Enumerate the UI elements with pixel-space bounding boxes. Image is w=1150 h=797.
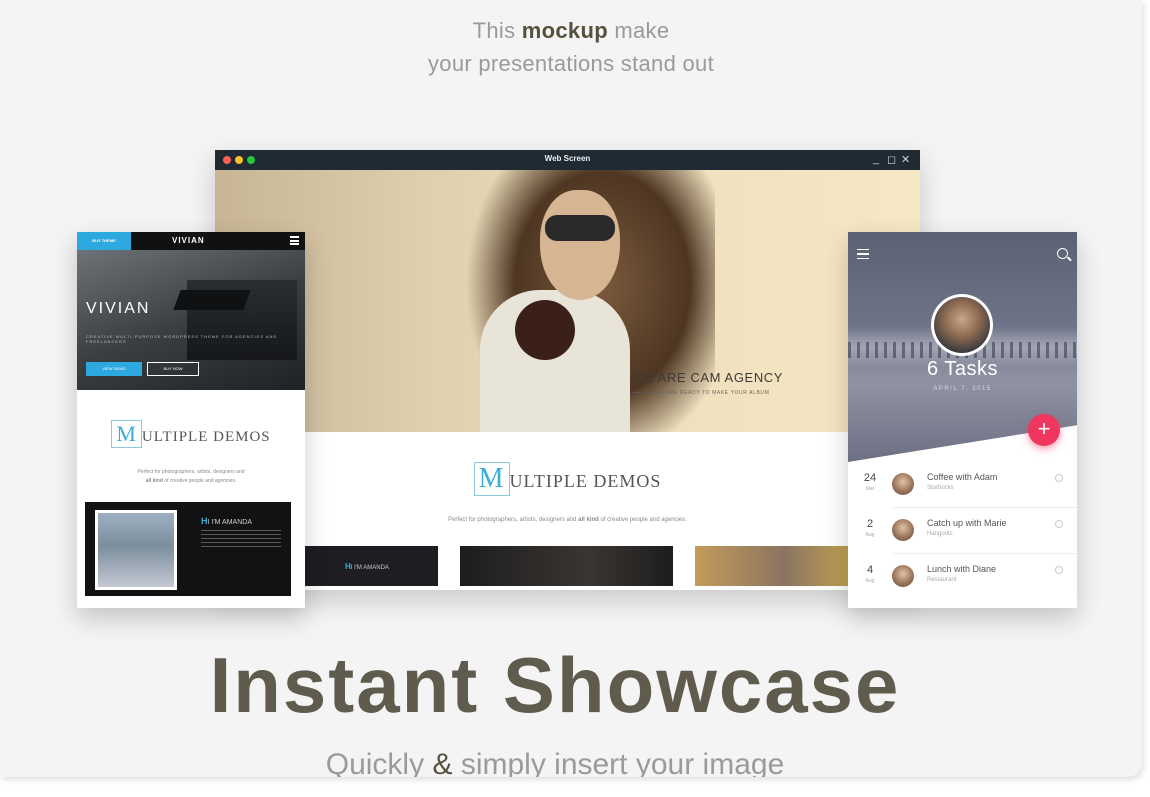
sunglasses-icon [545,215,615,241]
subtitle-bold: all kind [578,517,599,523]
search-icon[interactable] [1057,248,1068,259]
amanda-text: I I'M AMANDA [207,519,253,526]
portrait-photo [98,513,174,587]
tasks-count-title: 6 Tasks [927,358,998,380]
window-title: Web Screen [544,154,591,163]
showcase-subtitle: Quickly & simply insert your image [0,748,1110,777]
amanda-heading: HI I'M AMANDA [201,516,252,526]
profile-avatar[interactable] [931,294,993,356]
hero-photo-face [540,190,620,300]
headline-line-1: This mockup make [0,18,1142,44]
headline-text: This [472,18,516,43]
left-hero-title: VIVIAN [86,300,151,317]
tasks-date: APRIL 7, 2015 [933,386,992,392]
task-month: Aug [865,578,875,584]
view-demo-button[interactable]: VIEW DEMO [86,362,142,376]
task-subtitle: Starbucks [927,485,954,491]
avatar-photo [934,297,990,353]
heading-initial: M [111,420,142,448]
subtitle-text: of creative people and agencies. [164,478,237,484]
subtitle-text: simply insert your image [460,748,785,777]
multiple-demos-subtitle: Perfect for photographers, artists, desi… [215,517,920,523]
buy-now-button[interactable]: BUY NOW [147,362,199,376]
task-row[interactable]: 24 Mar Coffee with Adam Starbucks [848,462,1077,508]
task-avatar [892,519,914,541]
task-day: 2 [866,518,874,530]
minimize-icon[interactable]: _ [873,153,879,165]
task-subtitle: Hangouts [927,531,953,537]
placeholder-text-lines [201,530,281,548]
rose-icon [515,300,575,360]
task-avatar [892,565,914,587]
heading-initial: M [473,462,510,496]
showcase-title: Instant Showcase [209,641,901,729]
left-hero-tagline: CREATIVE MULTI-PURPOSE WORDPRESS THEME F… [86,334,278,344]
demo-thumbnail[interactable] [460,546,673,586]
left-nav-bar: BUY THEME VIVIAN [77,232,305,250]
task-day: 24 [863,472,877,484]
left-demo-screenshot[interactable]: HI I'M AMANDA [85,502,291,596]
hero-subtitle: WE ARE READY TO MAKE YOUR ALBUM [655,390,770,396]
task-row[interactable]: 2 Aug Catch up with Marie Hangouts [848,508,1077,554]
left-multiple-demos-heading: M ULTIPLE DEMOS [77,420,305,448]
portrait-frame [95,510,177,590]
subtitle-text: Quickly [325,748,425,777]
close-icon[interactable]: ✕ [901,153,910,166]
desktop-hero-image: WE ARE CAM AGENCY WE ARE READY TO MAKE Y… [215,170,920,432]
right-device: 6 Tasks APRIL 7, 2015 + 24 Mar Coffee wi… [848,232,1077,608]
heading-rest: ULTIPLE DEMOS [509,471,662,491]
thumb-label: HI I'M AMANDA [345,562,389,571]
add-task-button[interactable]: + [1028,414,1060,446]
demo-thumbnail[interactable]: HI I'M AMANDA [305,546,438,586]
task-day: 4 [866,564,874,576]
window-titlebar: Web Screen _ ◻ ✕ [215,150,920,170]
restore-icon[interactable]: ◻ [887,153,896,166]
building-overhang [173,290,251,310]
task-subtitle: Restaurant [927,577,957,583]
multiple-demos-heading: M ULTIPLE DEMOS [215,462,920,496]
hamburger-menu-icon[interactable] [857,249,869,259]
left-subtitle-line-1: Perfect for photographers, artists, desi… [137,469,245,475]
desktop-window: Web Screen _ ◻ ✕ WE ARE CAM AGENCY WE AR… [215,150,920,590]
task-checkbox-icon[interactable] [1055,474,1063,482]
task-checkbox-icon[interactable] [1055,520,1063,528]
task-checkbox-icon[interactable] [1055,566,1063,574]
subtitle-bold: all kind [145,478,163,484]
task-title: Coffee with Adam [927,472,998,482]
task-month: Aug [865,532,875,538]
task-title: Lunch with Diane [927,564,997,574]
headline-bold: mockup [521,18,608,43]
left-device: BUY THEME VIVIAN VIVIAN CREATIVE MULTI-P… [77,232,305,608]
heading-rest: ULTIPLE DEMOS [141,429,271,445]
hero-divider [632,392,650,393]
subtitle-text: of creative people and agencies. [600,517,687,523]
showcase-card: This mockup make your presentations stan… [0,0,1142,777]
left-hero-image: VIVIAN CREATIVE MULTI-PURPOSE WORDPRESS … [77,250,305,390]
hero-title: WE ARE CAM AGENCY [632,370,784,385]
ampersand: & [432,748,453,777]
task-title: Catch up with Marie [927,518,1007,528]
task-row[interactable]: 4 Aug Lunch with Diane Restaurant [848,554,1077,600]
task-avatar [892,473,914,495]
headline-line-2: your presentations stand out [427,51,715,76]
vivian-logo[interactable]: VIVIAN [172,236,205,245]
headline-text: make [614,18,670,43]
thumb-text: I I'M AMANDA [350,565,389,571]
menu-icon[interactable] [290,236,299,245]
left-subtitle-line-2: all kind of creative people and agencies… [77,478,305,484]
subtitle-text: Perfect for photographers, artists, desi… [448,517,577,523]
task-month: Mar [865,486,875,492]
buy-theme-button[interactable]: BUY THEME [77,232,131,250]
